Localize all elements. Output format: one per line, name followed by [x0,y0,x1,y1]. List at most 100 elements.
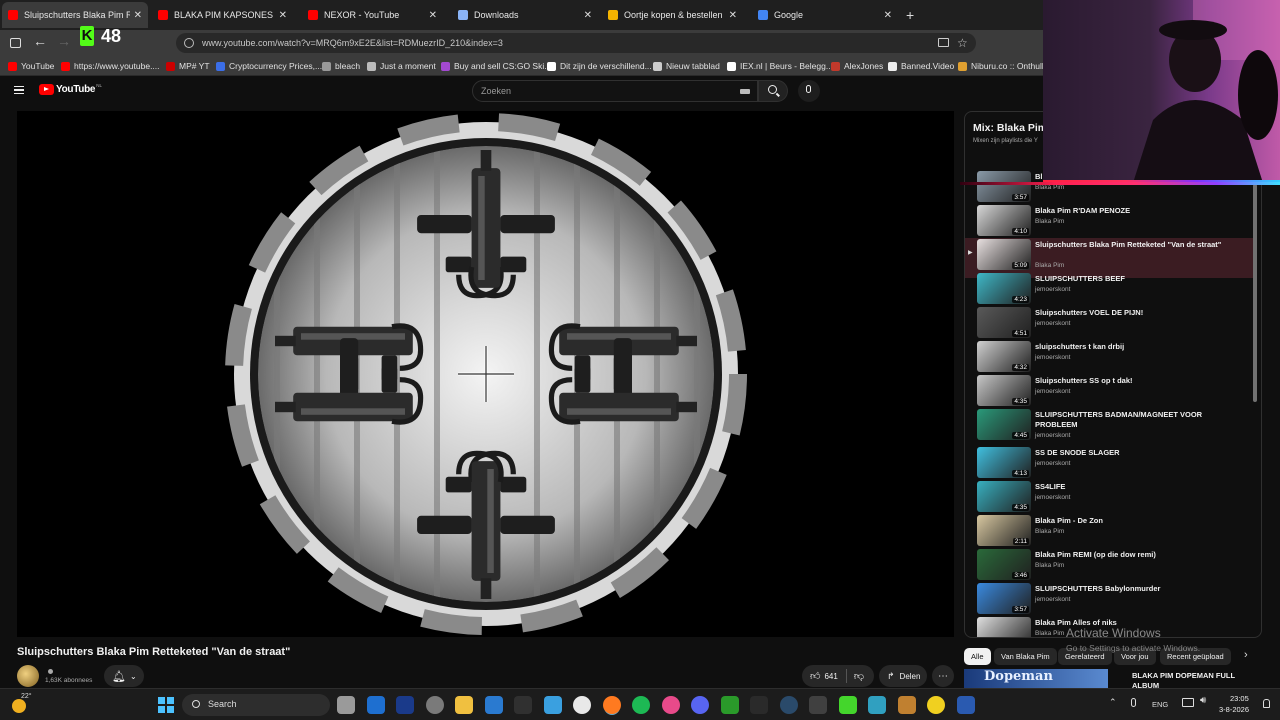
browser-tab[interactable]: Sluipschutters Blaka Pim Retteke ✕ [2,2,148,28]
xbox-icon[interactable] [720,696,739,714]
browser-tab[interactable]: BLAKA PIM KAPSONES - Yo ✕ [152,2,293,28]
clock-time[interactable]: 23:05 [1230,694,1249,703]
browser-tab[interactable]: Oortje kopen & bestellen | Jum ✕ [602,2,743,28]
filter-chip[interactable]: Van Blaka Pim [994,648,1057,665]
tab-close-icon[interactable]: ✕ [584,10,592,21]
playlist-scrollbar[interactable] [1253,184,1257,402]
address-bar[interactable]: www.youtube.com/watch?v=MRQ6m9xE2E&list=… [176,33,976,53]
kick-badge[interactable]: K [80,26,94,46]
youtube-search-input[interactable]: Zoeken [472,80,758,102]
youtube-play-icon [39,84,54,95]
bookmark-item[interactable]: AlexJones [831,59,883,73]
notification-bell-button[interactable]: 🔔︎ ⌄ [104,665,144,687]
clock-date[interactable]: 3-8-2026 [1219,705,1249,714]
chips-next-icon[interactable]: › [1244,649,1248,661]
share-button[interactable]: ↱ Delen [879,665,927,687]
playlist-item[interactable]: 4:13 SS DE SNODE SLAGER jemoerskont [965,446,1255,480]
game-icon[interactable] [897,696,916,714]
browser-tab[interactable]: Downloads ✕ [452,2,598,28]
browser-tab[interactable]: Google ✕ [752,2,898,28]
playlist-item[interactable]: 4:45 SLUIPSCHUTTERS BADMAN/MAGNEET VOOR P… [965,408,1255,448]
taskbar-search[interactable]: Search [182,694,330,716]
terminal-icon[interactable] [514,696,532,714]
filter-chip[interactable]: Alle [964,648,991,665]
playlist-item[interactable]: 4:35 SS4LIFE jemoerskont [965,480,1255,514]
playlist-item[interactable]: 4:51 Sluipschutters VOEL DE PIJN! jemoersk… [965,306,1255,340]
bookmark-item[interactable]: Cryptocurrency Prices,... [216,59,322,73]
bookmark-item[interactable]: Banned.Video [888,59,954,73]
bookmark-star-icon[interactable]: ☆ [957,33,968,53]
sbs-icon[interactable] [396,696,414,714]
network-app-icon[interactable] [868,696,886,714]
playlist-item[interactable]: 4:10 Blaka Pim R'DAM PENOZE Blaka Pim [965,204,1255,238]
norton-icon[interactable] [927,696,945,714]
tab-close-icon[interactable]: ✕ [729,10,737,21]
steam-link-icon[interactable] [809,696,827,714]
itunes-icon[interactable] [661,696,680,714]
tab-close-icon[interactable]: ✕ [279,10,287,21]
show-hidden-icons[interactable]: ⌃ [1109,697,1117,708]
virtualbox-icon[interactable] [484,696,503,714]
network-icon[interactable] [1182,698,1194,707]
bookmark-item[interactable]: Just a moment [367,59,436,73]
firefox-icon[interactable] [602,696,621,714]
youtube-logo[interactable]: YouTube NL [39,83,102,95]
browser-tab[interactable]: NEXOR - YouTube ✕ [302,2,443,28]
video-player[interactable] [17,111,954,637]
playlist-item[interactable]: 4:32 sluipschutters t kan drbij jemoerskon… [965,340,1255,374]
more-actions-button[interactable]: ⋯ [932,665,954,687]
cast-icon[interactable] [938,38,949,47]
bookmark-item[interactable]: Buy and sell CS:GO Ski... [441,59,551,73]
playlist-item[interactable]: 2:11 Blaka Pim - De Zon Blaka Pim [965,514,1255,548]
notifications-icon[interactable] [1263,699,1270,708]
keyboard-icon[interactable] [740,89,750,94]
weather-widget[interactable]: 22° [8,693,38,717]
discord-icon[interactable] [691,696,709,714]
volume-icon[interactable]: 🔊︎ [1200,695,1206,706]
steam-icon[interactable] [779,696,798,714]
bookmark-label: Just a moment [380,61,436,71]
next-video-thumbnail[interactable]: Dopeman [964,669,1108,688]
tab-close-icon[interactable]: ✕ [134,10,142,21]
bookmark-item[interactable]: https://www.youtube.... [61,59,160,73]
tab-close-icon[interactable]: ✕ [884,10,892,21]
youtube-search-button[interactable] [758,80,788,102]
voice-search-button[interactable] [798,80,820,102]
photos-icon[interactable] [543,696,562,714]
bookmark-item[interactable]: YouTube [8,59,54,73]
playlist-item[interactable]: 3:46 Blaka Pim REMI (op die dow remi) Blak… [965,548,1255,582]
explorer-icon[interactable] [455,696,473,714]
pen-app-icon[interactable] [956,696,975,714]
hamburger-menu-icon[interactable] [14,86,24,94]
bookmark-item[interactable]: bleach [322,59,360,73]
microphone-tray-icon[interactable] [1131,698,1136,707]
back-icon[interactable]: ← [33,33,47,49]
dislike-button[interactable]: 👎︎ [854,670,864,682]
settings-icon[interactable] [425,696,444,714]
next-video-title[interactable]: BLAKA PIM DOPEMAN FULL ALBUM [1132,671,1242,688]
playlist-item[interactable]: 4:23 SLUIPSCHUTTERS BEEF jemoerskont [965,272,1255,306]
tab-close-icon[interactable]: ✕ [429,10,437,21]
language-indicator[interactable]: ENG [1152,700,1168,709]
sidebar-toggle-icon[interactable] [10,38,21,48]
razer-icon[interactable] [838,696,857,714]
like-button[interactable]: 👍︎ 641 [810,670,838,682]
epic-games-icon[interactable] [750,696,768,714]
start-button[interactable] [158,697,174,713]
channel-avatar[interactable] [17,665,39,687]
task-view-icon[interactable] [337,696,355,714]
outlook-icon[interactable] [366,696,385,714]
bookmark-item[interactable]: Niburu.co :: Onthulle [958,59,1048,73]
new-tab-button[interactable]: + [906,7,914,23]
playlist-item[interactable]: 3:57 SLUIPSCHUTTERS Babylonmurder jemoersk… [965,582,1255,616]
chrome-icon[interactable] [573,696,591,714]
mix-title[interactable]: Mix: Blaka Pim [973,122,1047,134]
bookmark-item[interactable]: Dit zijn de verschillend... [547,59,652,73]
bookmark-item[interactable]: IEX.nl | Beurs - Belegg... [727,59,833,73]
site-info-icon[interactable] [184,38,194,48]
spotify-icon[interactable] [632,696,650,714]
bookmark-item[interactable]: MP# YT [166,59,210,73]
bookmark-item[interactable]: Nieuw tabblad [653,59,720,73]
playlist-item[interactable]: 4:35 Sluipschutters SS op t dak! jemoersko… [965,374,1255,408]
forward-icon[interactable]: → [57,33,71,49]
